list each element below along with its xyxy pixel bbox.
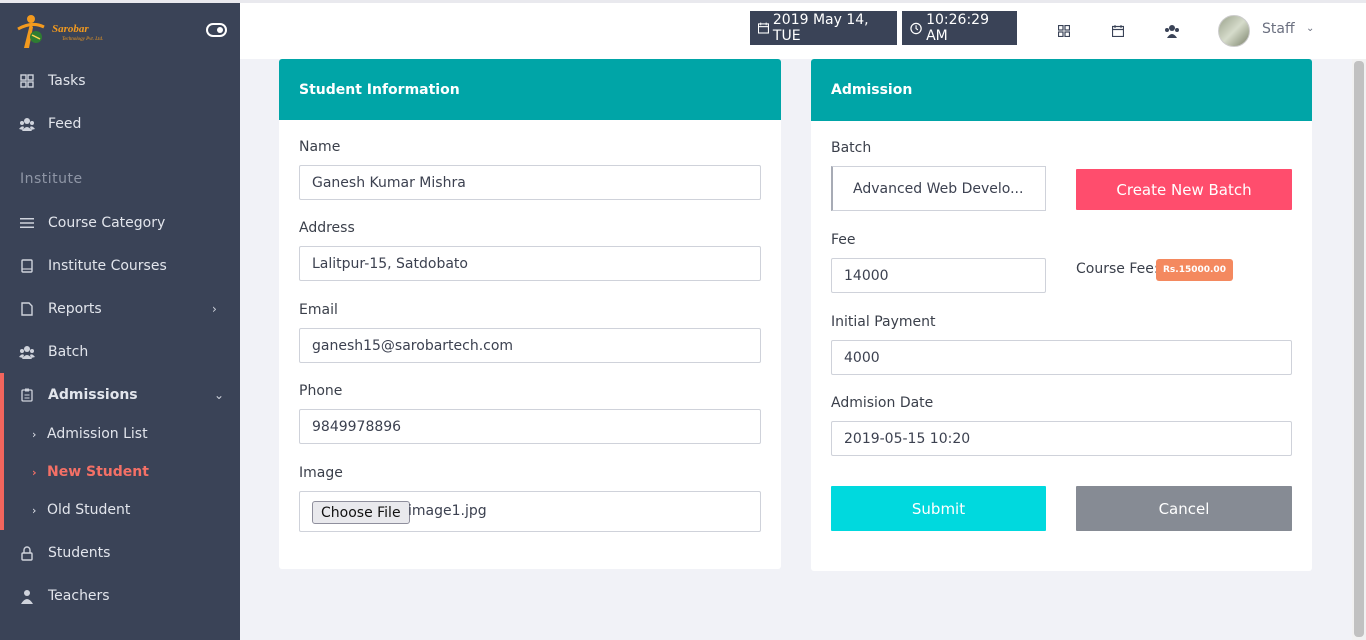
sidebar-item-admissions[interactable]: Admissions ⌄	[0, 375, 240, 415]
user-name[interactable]: Staff	[1262, 21, 1295, 37]
name-label: Name	[299, 139, 341, 155]
image-label: Image	[299, 465, 343, 481]
sidebar-toggle-icon[interactable]	[206, 23, 227, 37]
address-input[interactable]: Lalitpur-15, Satdobato	[299, 246, 761, 281]
grid-icon	[19, 73, 35, 89]
brand-name: Sarobar	[52, 23, 89, 35]
sidebar-item-label: Batch	[48, 344, 89, 360]
users-icon	[19, 344, 35, 360]
date-text: 2019 May 14, TUE	[772, 12, 869, 44]
chevron-right-icon: ›	[212, 302, 217, 316]
time-text: 10:26:29 AM	[926, 12, 989, 44]
submit-button[interactable]: Submit	[831, 486, 1046, 531]
sidebar-item-label: Admissions	[48, 387, 138, 403]
sidebar-item-label: Tasks	[48, 73, 86, 89]
batch-label: Batch	[831, 140, 872, 156]
sidebar-section-institute: Institute	[20, 171, 83, 187]
lock-icon	[19, 545, 35, 561]
apps-grid-icon[interactable]	[1056, 23, 1072, 39]
chevron-down-icon: ⌄	[214, 388, 225, 402]
calendar-icon	[758, 22, 769, 34]
sidebar-item-tasks[interactable]: Tasks	[0, 61, 240, 101]
sidebar-item-institute-courses[interactable]: Institute Courses	[0, 246, 240, 286]
file-icon	[19, 301, 35, 317]
address-label: Address	[299, 220, 355, 236]
admission-date-label: Admision Date	[831, 395, 934, 411]
sidebar-item-students[interactable]: Students	[0, 533, 240, 573]
student-information-card: Student Information Name Ganesh Kumar Mi…	[279, 59, 781, 569]
sidebar-item-batch[interactable]: Batch	[0, 332, 240, 372]
sidebar-subitem-label: Admission List	[47, 426, 148, 442]
sidebar-subitem-label: New Student	[47, 464, 149, 480]
sidebar: Sarobar Technology Pvt. Ltd. Tasks Feed …	[0, 3, 240, 640]
batch-select[interactable]: Advanced Web Develo...	[831, 166, 1046, 211]
top-header: 2019 May 14, TUE 10:26:29 AM Staff ⌄	[240, 3, 1366, 59]
image-file-input[interactable]: Choose File image1.jpg	[299, 491, 761, 532]
email-label: Email	[299, 302, 338, 318]
sidebar-item-reports[interactable]: Reports ›	[0, 289, 240, 329]
phone-label: Phone	[299, 383, 343, 399]
cancel-button[interactable]: Cancel	[1076, 486, 1292, 531]
menu-icon	[19, 215, 35, 231]
logo-mark-icon	[17, 15, 45, 48]
sidebar-item-label: Course Category	[48, 215, 166, 231]
name-input[interactable]: Ganesh Kumar Mishra	[299, 165, 761, 200]
sidebar-item-label: Teachers	[48, 588, 110, 604]
clock-icon	[910, 22, 922, 34]
card-title: Student Information	[279, 59, 781, 120]
create-new-batch-button[interactable]: Create New Batch	[1076, 169, 1292, 210]
avatar[interactable]	[1218, 15, 1250, 47]
card-title: Admission	[811, 59, 1312, 121]
sidebar-item-feed[interactable]: Feed	[0, 104, 240, 144]
book-icon	[19, 258, 35, 274]
sidebar-item-course-category[interactable]: Course Category	[0, 203, 240, 243]
clipboard-icon	[19, 387, 35, 403]
chevron-right-icon: ›	[32, 427, 37, 441]
email-input[interactable]: ganesh15@sarobartech.com	[299, 328, 761, 363]
phone-input[interactable]: 9849978896	[299, 409, 761, 444]
sidebar-subitem-admission-list[interactable]: › Admission List	[32, 426, 148, 442]
sidebar-subitem-label: Old Student	[47, 502, 131, 518]
brand-subtitle: Technology Pvt. Ltd.	[62, 37, 104, 42]
sidebar-subitem-new-student[interactable]: › New Student	[32, 464, 149, 480]
fee-input[interactable]: 14000	[831, 258, 1046, 293]
selected-file-name: image1.jpg	[408, 503, 487, 519]
sidebar-item-label: Students	[48, 545, 111, 561]
sidebar-item-teachers[interactable]: Teachers	[0, 576, 240, 616]
chevron-down-icon[interactable]: ⌄	[1306, 23, 1314, 34]
page-scrollbar[interactable]	[1352, 59, 1366, 640]
initial-payment-label: Initial Payment	[831, 314, 936, 330]
fee-label: Fee	[831, 232, 856, 248]
admission-card: Admission Batch Advanced Web Develo... C…	[811, 59, 1312, 571]
admission-date-input[interactable]: 2019-05-15 10:20	[831, 421, 1292, 456]
course-fee-badge: Rs.15000.00	[1156, 259, 1233, 281]
brand-area: Sarobar Technology Pvt. Ltd.	[0, 3, 240, 60]
users-icon	[19, 116, 35, 132]
date-badge: 2019 May 14, TUE	[750, 11, 897, 45]
sidebar-subitem-old-student[interactable]: › Old Student	[32, 502, 130, 518]
brand-logo[interactable]: Sarobar Technology Pvt. Ltd.	[12, 11, 122, 53]
sidebar-item-label: Feed	[48, 116, 82, 132]
time-badge: 10:26:29 AM	[902, 11, 1017, 45]
initial-payment-input[interactable]: 4000	[831, 340, 1292, 375]
datetime-display: 2019 May 14, TUE 10:26:29 AM	[750, 11, 1138, 45]
users-icon[interactable]	[1164, 23, 1180, 39]
chevron-right-icon: ›	[32, 465, 37, 479]
scrollbar-thumb[interactable]	[1354, 61, 1364, 637]
calendar-icon[interactable]	[1110, 23, 1126, 39]
sidebar-item-label: Institute Courses	[48, 258, 167, 274]
sidebar-item-label: Reports	[48, 301, 102, 317]
course-fee-label: Course Fee:	[1076, 261, 1159, 277]
user-icon	[19, 588, 35, 604]
chevron-right-icon: ›	[32, 503, 37, 517]
choose-file-button[interactable]: Choose File	[312, 501, 410, 524]
